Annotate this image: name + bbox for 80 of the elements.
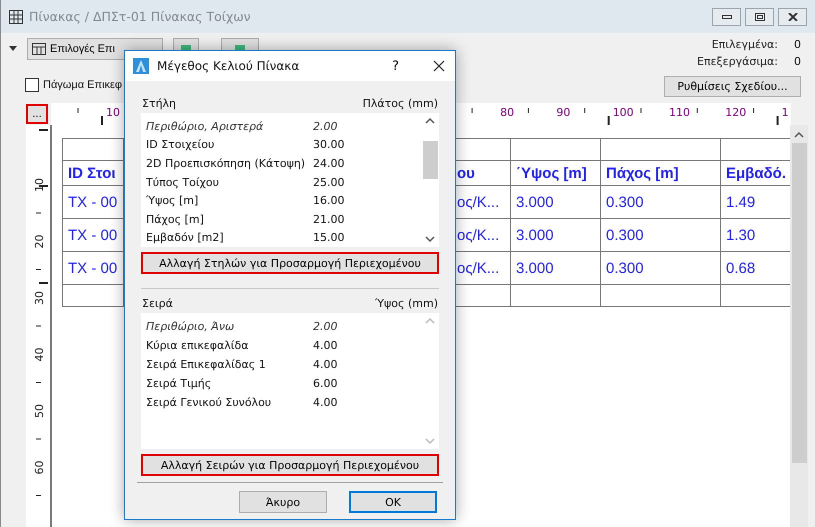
app-icon: [133, 58, 149, 74]
design-settings-button[interactable]: Ρυθμίσεις Σχεδίου...: [664, 76, 801, 97]
minimize-icon: [722, 14, 732, 18]
table-cell: 0.300: [601, 252, 721, 285]
status-label: Επιλεγμένα:: [712, 38, 778, 51]
row-name[interactable]: Περιθώριο, Άνω: [146, 320, 313, 333]
size-value[interactable]: 6.00: [313, 377, 421, 390]
row-name[interactable]: Σειρά Γενικού Συνόλου: [146, 396, 313, 409]
section-heading: Σειρά: [142, 297, 173, 310]
row-name[interactable]: ID Στοιχείου: [146, 138, 313, 152]
row-name[interactable]: Περιθώριο, Αριστερά: [146, 120, 313, 133]
size-value[interactable]: 15.00: [313, 231, 421, 244]
ruler-label: 40: [33, 348, 46, 362]
unit-heading: Πλάτος (mm): [362, 97, 438, 110]
row-name[interactable]: Σειρά Επικεφαλίδας 1: [146, 358, 313, 371]
size-value[interactable]: 21.00: [313, 212, 421, 226]
section-heading: Στήλη: [142, 97, 176, 110]
row-name[interactable]: Πάχος [m]: [146, 212, 313, 226]
scroll-up-icon[interactable]: [425, 117, 435, 125]
scrollbar-thumb[interactable]: [422, 141, 438, 179]
ruler-label: 80: [500, 106, 514, 119]
size-value[interactable]: 4.00: [313, 396, 421, 409]
scroll-down-icon[interactable]: [425, 235, 435, 243]
scrollbar[interactable]: [790, 125, 808, 527]
size-value[interactable]: 25.00: [313, 176, 421, 189]
freeze-header-checkbox[interactable]: Πάγωμα Επικεφ: [25, 78, 259, 92]
row-name[interactable]: Εμβαδόν [m2]: [146, 231, 313, 244]
status-label: Επεξεργάσιμα:: [697, 55, 778, 68]
table-cell: 0.300: [601, 219, 721, 252]
more-button[interactable]: ...: [26, 104, 48, 124]
column-header: ΄Υψος [m]: [511, 161, 601, 186]
table-cell: 3.000: [511, 219, 601, 252]
status-value: 0: [794, 38, 801, 51]
scroll-up-icon[interactable]: [794, 131, 804, 139]
ruler-label: 20: [33, 234, 46, 248]
size-value[interactable]: 30.00: [313, 138, 421, 152]
ruler-label: 10: [33, 178, 46, 192]
window-title: Πίνακας / ΔΠΣτ-01 Πίνακας Τοίχων: [29, 9, 252, 24]
minimize-button[interactable]: [712, 8, 741, 26]
ruler-label: 1: [782, 106, 789, 119]
row-name[interactable]: Κύρια επικεφαλίδα: [146, 339, 313, 352]
cancel-button[interactable]: Άκυρο: [239, 491, 327, 513]
row-name[interactable]: Ύψος [m]: [146, 194, 313, 208]
help-button[interactable]: ?: [392, 58, 399, 74]
size-value[interactable]: 2.00: [313, 320, 421, 333]
table-icon: [9, 10, 23, 24]
ruler-label: 10: [106, 106, 120, 119]
close-button[interactable]: [778, 8, 807, 26]
unit-heading: Ύψος (mm): [374, 297, 438, 310]
ruler-label: 110: [669, 106, 690, 119]
status-value: 0: [794, 55, 801, 68]
table-header-icon: [32, 43, 46, 55]
table-cell: 3.000: [511, 252, 601, 285]
ruler-label: 90: [556, 106, 570, 119]
size-value[interactable]: 2.00: [313, 120, 421, 133]
row-name[interactable]: Σειρά Τιμής: [146, 377, 313, 390]
collapse-icon[interactable]: [9, 46, 17, 52]
row-name[interactable]: 2D Προεπισκόπηση (Κάτοψη): [146, 156, 313, 170]
size-value[interactable]: 4.00: [313, 339, 421, 352]
table-cell: 3.000: [511, 186, 601, 219]
ruler-label: 30: [33, 291, 46, 305]
maximize-button[interactable]: [745, 8, 774, 26]
fit-content-button[interactable]: Αλλαγή Στηλών για Προσαρμογή Περιεχομένου: [141, 252, 439, 274]
size-value[interactable]: 24.00: [313, 156, 421, 170]
table-cell: 0.300: [601, 186, 721, 219]
ruler-label: 60: [33, 460, 46, 474]
ruler-label: 50: [33, 404, 46, 418]
ruler-label: 100: [612, 106, 634, 119]
row-name[interactable]: Τύπος Τοίχου: [146, 176, 313, 189]
size-value[interactable]: 4.00: [313, 358, 421, 371]
column-header: Πάχος [m]: [601, 161, 721, 186]
close-icon: [433, 60, 445, 72]
dialog-title: Μέγεθος Κελιού Πίνακα: [157, 59, 300, 73]
size-value[interactable]: 16.00: [313, 194, 421, 208]
close-icon: [788, 12, 798, 20]
ruler-label: 120: [725, 106, 746, 119]
close-button[interactable]: [433, 60, 445, 72]
ok-button[interactable]: OK: [349, 491, 437, 513]
fit-content-button[interactable]: Αλλαγή Σειρών για Προσαρμογή Περιεχομένου: [141, 454, 439, 476]
maximize-icon: [754, 12, 764, 20]
